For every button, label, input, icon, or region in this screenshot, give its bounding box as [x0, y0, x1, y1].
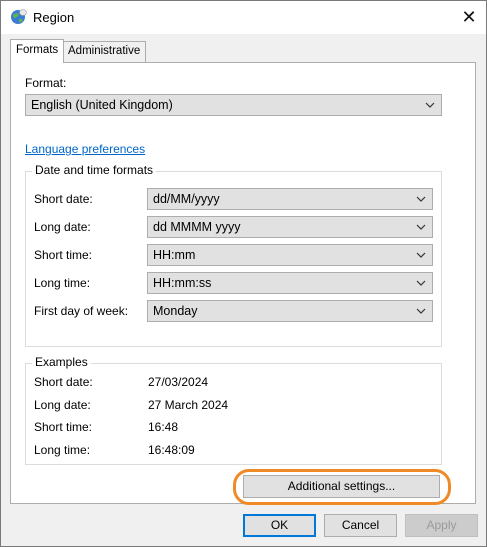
- short-date-dropdown[interactable]: dd/MM/yyyy: [147, 188, 433, 210]
- chevron-down-icon: [416, 224, 426, 230]
- chevron-down-icon: [416, 252, 426, 258]
- title-bar: Region ✕: [1, 1, 486, 34]
- tab-administrative[interactable]: Administrative: [62, 41, 147, 62]
- short-date-label: Short date:: [34, 192, 93, 206]
- example-long-time-label: Long time:: [34, 443, 91, 457]
- first-day-of-week-value: Monday: [153, 304, 198, 318]
- long-time-value: HH:mm:ss: [153, 276, 212, 290]
- short-time-value: HH:mm: [153, 248, 196, 262]
- additional-settings-button[interactable]: Additional settings...: [243, 475, 440, 498]
- long-date-label: Long date:: [34, 220, 91, 234]
- short-date-value: dd/MM/yyyy: [153, 192, 220, 206]
- example-long-date-label: Long date:: [34, 398, 91, 412]
- globe-icon: [11, 9, 27, 24]
- short-time-label: Short time:: [34, 248, 93, 262]
- example-long-date-value: 27 March 2024: [148, 398, 229, 412]
- examples-group: Examples Short date: 27/03/2024 Long dat…: [25, 355, 442, 465]
- example-short-time-value: 16:48: [148, 420, 179, 434]
- window-title: Region: [33, 10, 75, 25]
- chevron-down-icon: [425, 102, 435, 108]
- format-value: English (United Kingdom): [31, 98, 173, 112]
- examples-title: Examples: [32, 355, 91, 369]
- date-time-formats-group: Date and time formats Short date: dd/MM/…: [25, 163, 442, 347]
- example-short-date-value: 27/03/2024: [148, 375, 209, 389]
- tab-formats[interactable]: Formats: [10, 39, 65, 63]
- first-day-of-week-label: First day of week:: [34, 304, 129, 318]
- chevron-down-icon: [416, 280, 426, 286]
- format-label: Format:: [25, 76, 67, 90]
- long-time-dropdown[interactable]: HH:mm:ss: [147, 272, 433, 294]
- example-short-time-label: Short time:: [34, 420, 93, 434]
- close-icon: ✕: [461, 7, 477, 27]
- example-long-time-value: 16:48:09: [148, 443, 195, 457]
- language-preferences-link[interactable]: Language preferences: [25, 142, 145, 156]
- first-day-of-week-dropdown[interactable]: Monday: [147, 300, 433, 322]
- chevron-down-icon: [416, 308, 426, 314]
- cancel-button[interactable]: Cancel: [324, 514, 397, 537]
- formats-panel: Format: English (United Kingdom) Languag…: [10, 62, 476, 504]
- example-short-date-label: Short date:: [34, 375, 93, 389]
- chevron-down-icon: [416, 196, 426, 202]
- close-button[interactable]: ✕: [452, 1, 486, 34]
- long-date-value: dd MMMM yyyy: [153, 220, 241, 234]
- long-time-label: Long time:: [34, 276, 91, 290]
- format-dropdown[interactable]: English (United Kingdom): [25, 94, 442, 116]
- region-dialog: Region ✕ Formats Administrative Format: …: [0, 0, 487, 547]
- short-time-dropdown[interactable]: HH:mm: [147, 244, 433, 266]
- apply-button[interactable]: Apply: [405, 514, 478, 537]
- date-time-formats-title: Date and time formats: [32, 163, 157, 177]
- ok-button[interactable]: OK: [243, 514, 316, 537]
- long-date-dropdown[interactable]: dd MMMM yyyy: [147, 216, 433, 238]
